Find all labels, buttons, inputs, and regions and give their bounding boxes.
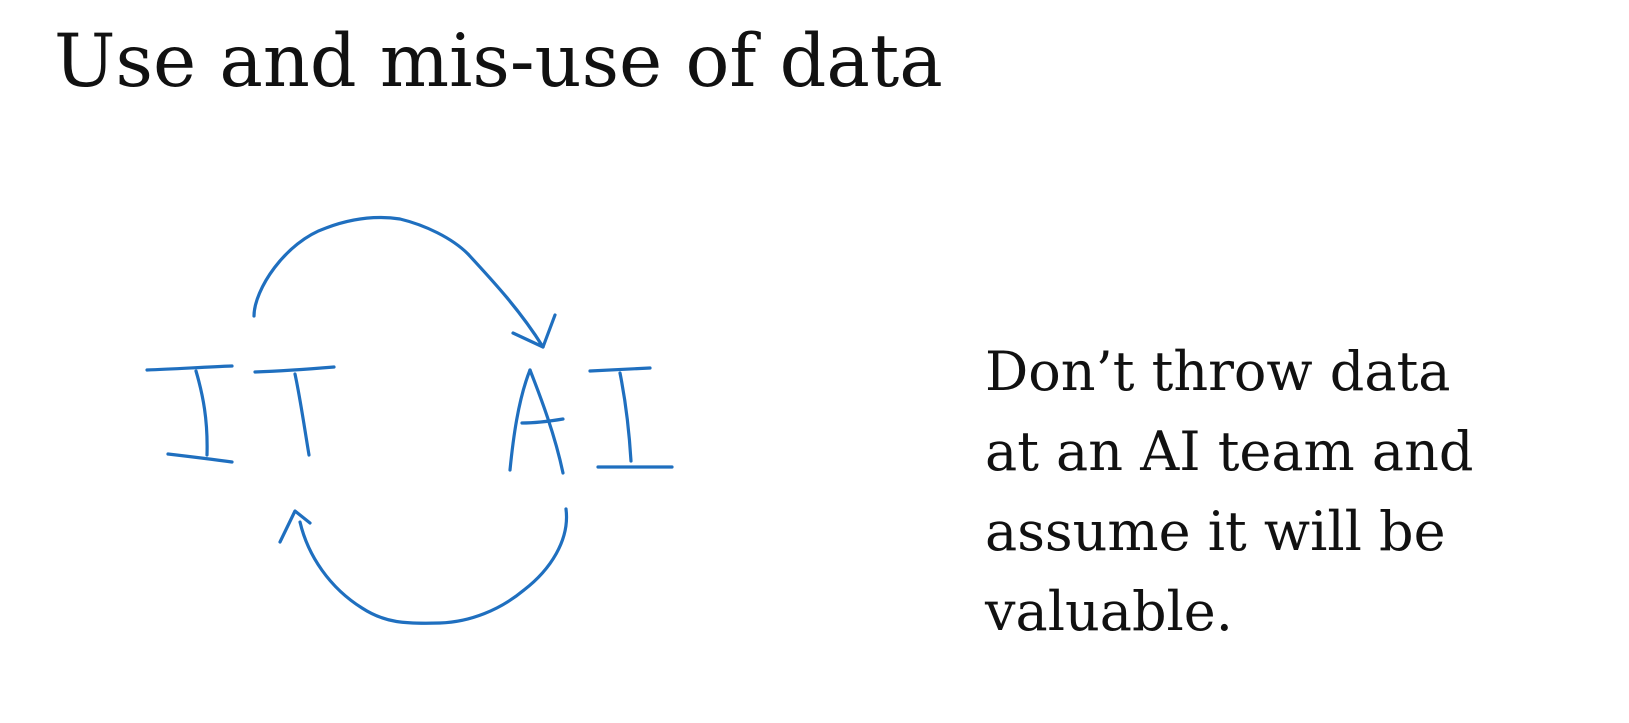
ai-label-handwritten [508,366,674,475]
top-arrow-arc [252,215,545,349]
ai-a-crossbar-stroke [520,417,565,425]
it-i-bottom-stroke [166,452,234,464]
ai-a-left-stroke [508,368,532,472]
it-label-handwritten [145,364,336,464]
it-i-top-stroke [145,364,234,372]
note-text: Don’t throw data at an AI team and assum… [985,332,1595,652]
it-i-vertical-stroke [194,369,209,457]
note-line: at an AI team and [985,420,1474,483]
note-line: Don’t throw data [985,340,1451,403]
note-line: assume it will be [985,500,1446,563]
bottom-arrow-ai-to-it [278,507,569,625]
bottom-arrow-arc [298,507,569,625]
ai-i-top-stroke [588,366,652,373]
note-line: valuable. [985,580,1233,643]
it-t-top-stroke [253,365,336,374]
ai-i-vertical-stroke [618,371,633,463]
it-t-vertical-stroke [293,372,311,457]
top-arrow-it-to-ai [252,215,557,349]
